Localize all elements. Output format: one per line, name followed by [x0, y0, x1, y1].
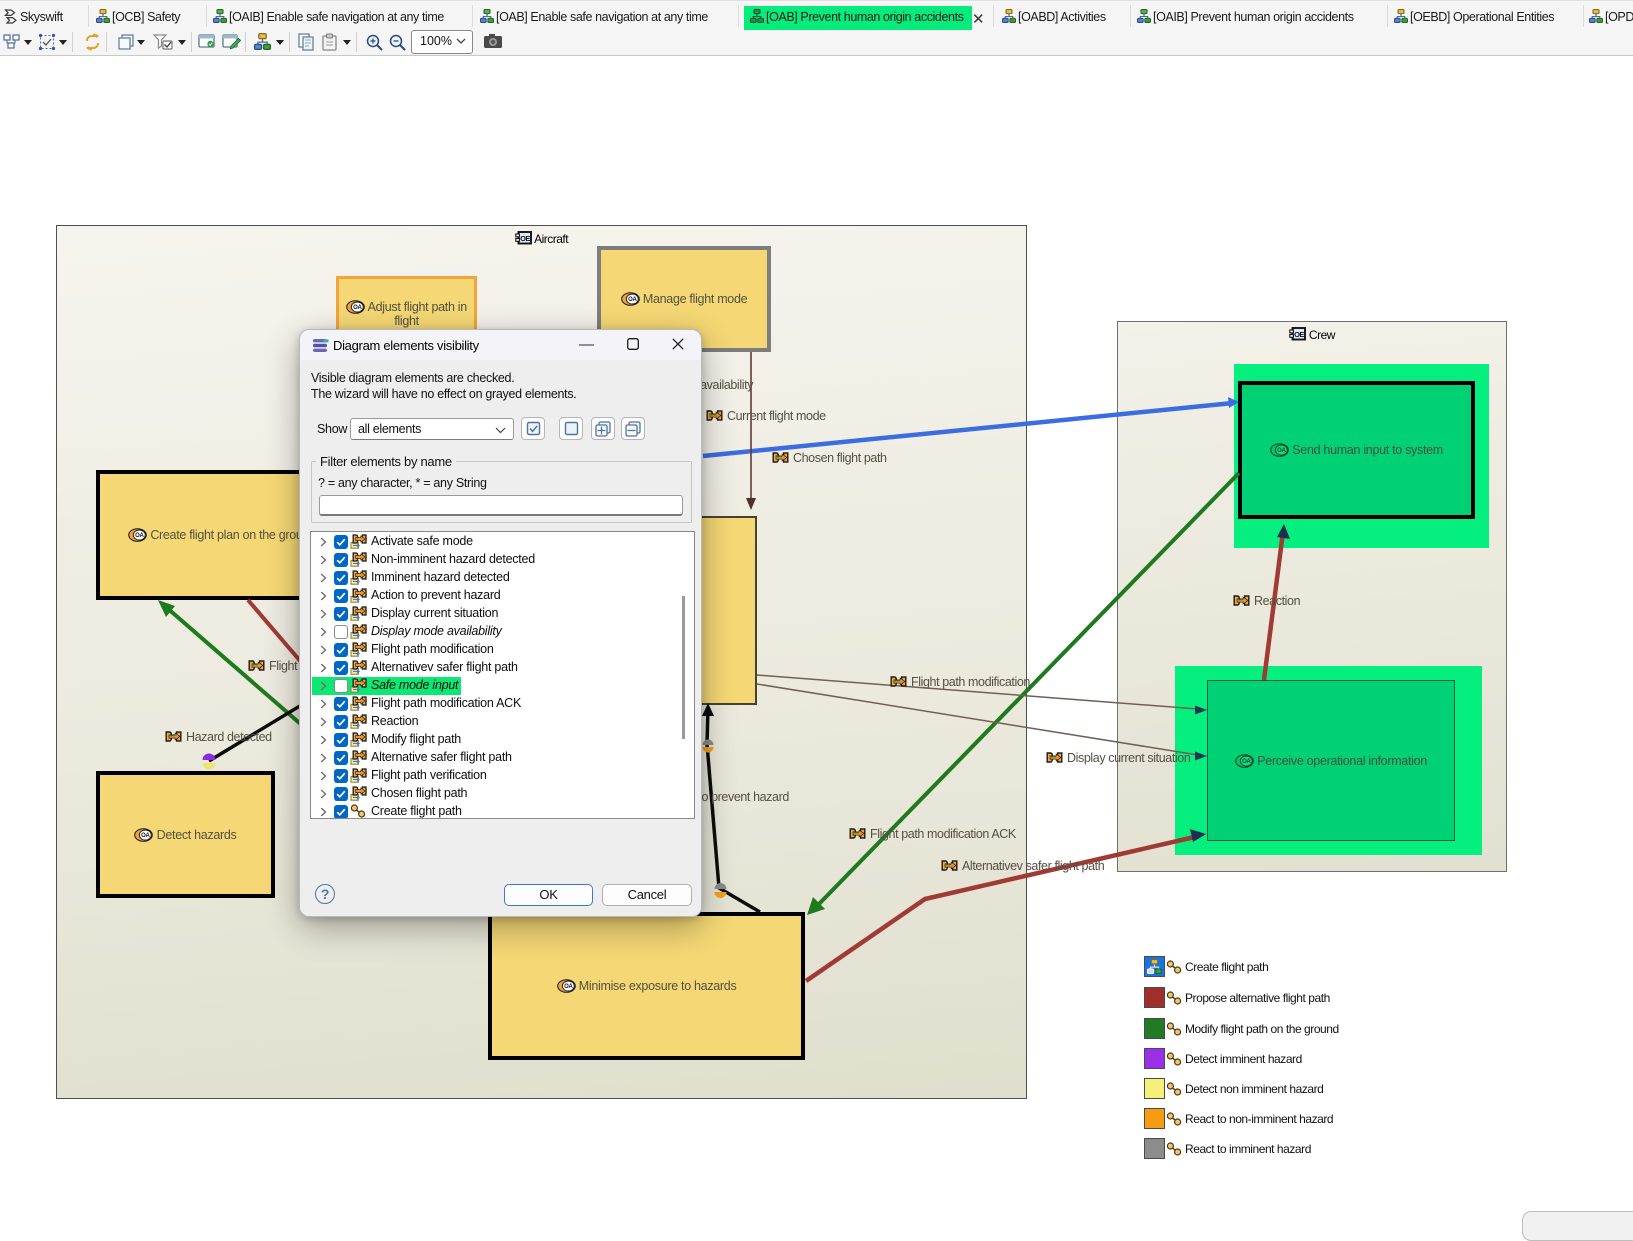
svg-text:OA: OA — [353, 305, 362, 311]
svg-text:OA: OA — [135, 533, 144, 539]
svg-text:OE: OE — [520, 234, 530, 243]
svg-text:OA: OA — [564, 984, 573, 990]
svg-text:OA: OA — [1277, 448, 1286, 454]
svg-text:OA: OA — [628, 297, 637, 303]
svg-text:OA: OA — [142, 833, 151, 839]
svg-text:OE: OE — [1294, 330, 1304, 339]
svg-text:OA: OA — [1242, 759, 1251, 765]
